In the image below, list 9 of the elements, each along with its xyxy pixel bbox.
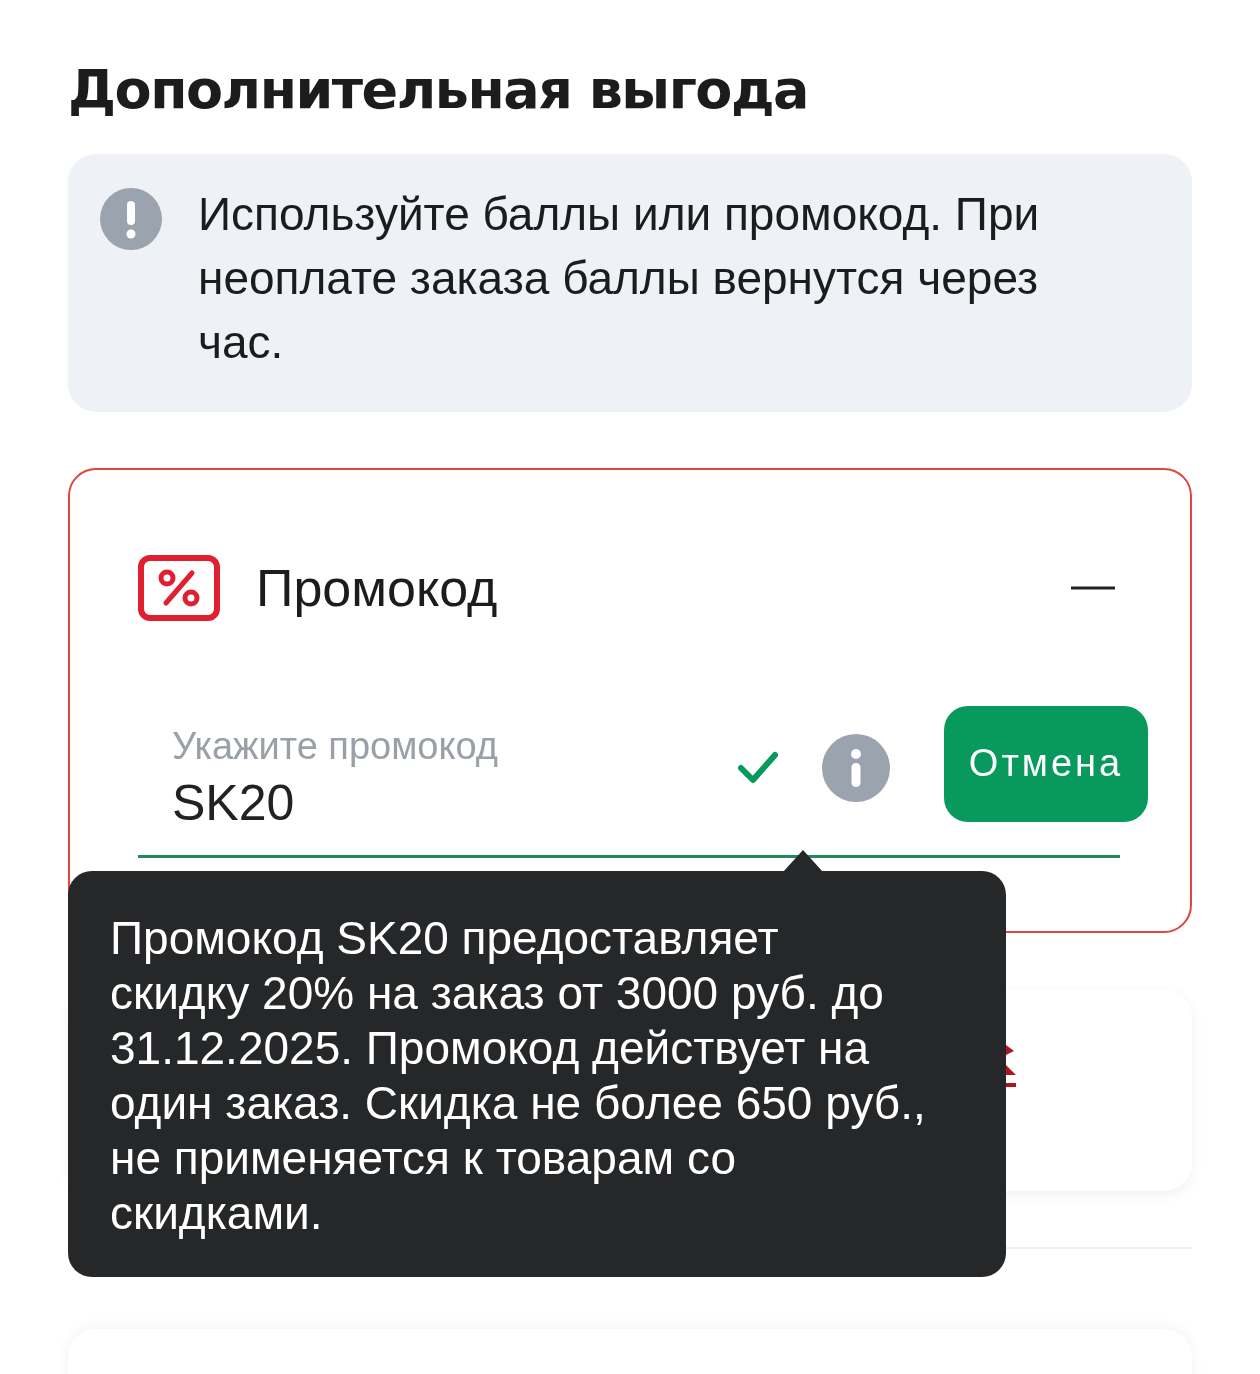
- exclamation-icon: [100, 188, 162, 250]
- notice-text: Используйте баллы или промокод. При неоплате заказа баллы вернутся через час.: [198, 187, 1041, 370]
- tooltip-text: Промокод SK20 предоставляет скидку 20% на заказ от 3000 руб. до 31.12.2025. Промокод действует на один заказ. Скидка не более 650 руб., не применяется к товарам со скидками.: [110, 911, 927, 1241]
- section-title: Дополнительная выгода: [68, 57, 809, 123]
- cancel-button[interactable]: Отмена: [944, 705, 1148, 822]
- promo-code-field[interactable]: Укажите промокод SK20: [138, 694, 890, 855]
- info-icon[interactable]: [822, 733, 890, 802]
- promo-title: Промокод: [256, 558, 499, 618]
- percent-icon: [138, 555, 220, 621]
